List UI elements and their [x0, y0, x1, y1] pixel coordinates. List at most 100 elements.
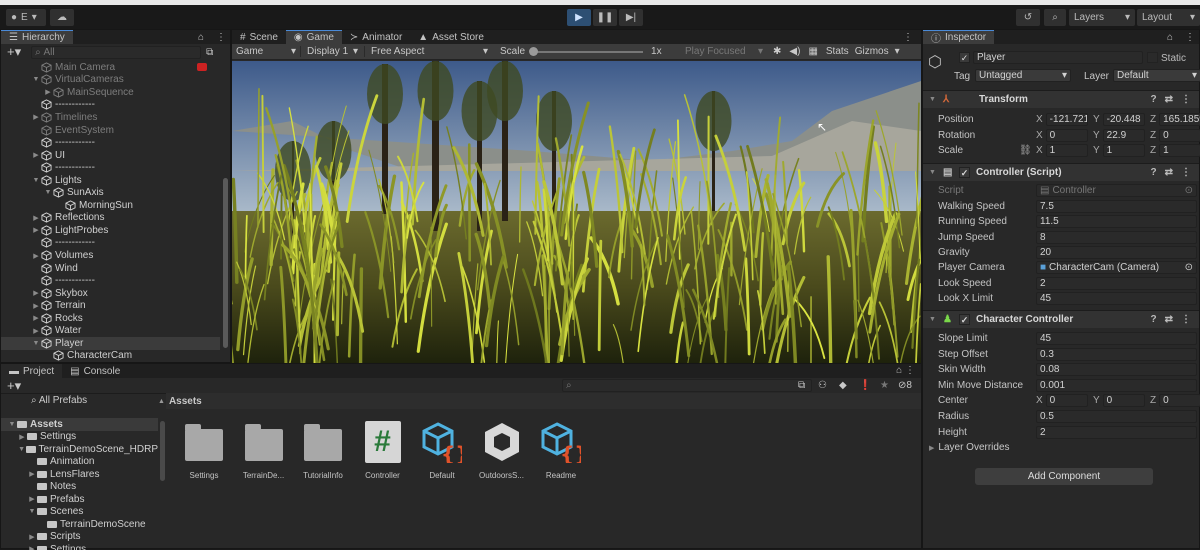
collapsed-arrow-icon[interactable]: ▶: [31, 113, 41, 121]
enabled-checkbox[interactable]: ✓: [959, 167, 970, 178]
x-input[interactable]: 1: [1046, 144, 1088, 157]
foldout-arrow-icon[interactable]: ▼: [929, 96, 939, 103]
folder-item[interactable]: ▶Settings: [1, 431, 158, 444]
asset-item[interactable]: TutorialInfo: [295, 421, 351, 480]
folder-item[interactable]: ▼Assets: [1, 418, 158, 431]
collapsed-arrow-icon[interactable]: ▶: [43, 88, 53, 96]
expanded-arrow-icon[interactable]: ▼: [7, 421, 17, 428]
hierarchy-item[interactable]: ▶Skybox: [1, 287, 220, 300]
hierarchy-item[interactable]: ------------: [1, 237, 220, 250]
more-icon[interactable]: ⋮: [1181, 30, 1199, 44]
collapsed-arrow-icon[interactable]: ▶: [31, 289, 41, 297]
foldout-arrow-icon[interactable]: ▼: [929, 169, 939, 176]
enabled-checkbox[interactable]: ✓: [959, 314, 970, 325]
y-input[interactable]: 0: [1103, 394, 1145, 407]
folder-item[interactable]: Animation: [1, 456, 158, 469]
display-select[interactable]: Display 1▾: [300, 46, 364, 57]
project-tree-scrollbar[interactable]: [159, 419, 166, 547]
asset-item[interactable]: TerrainDe...: [236, 421, 292, 480]
more-icon[interactable]: ⋮: [1181, 314, 1191, 325]
asset-item[interactable]: {}Readme: [533, 421, 589, 480]
collapsed-arrow-icon[interactable]: ▶: [31, 302, 41, 310]
hierarchy-item[interactable]: ▶MainSequence: [1, 86, 220, 99]
object-picker-icon[interactable]: ⊙: [1185, 185, 1193, 196]
history-button[interactable]: ↺: [1016, 9, 1040, 26]
add-component-button[interactable]: Add Component: [975, 468, 1153, 485]
more-icon[interactable]: ⋮: [1181, 167, 1191, 178]
presets-icon[interactable]: ⇄: [1165, 314, 1173, 325]
hierarchy-item[interactable]: ▶Timelines: [1, 111, 220, 124]
expanded-arrow-icon[interactable]: ▼: [17, 446, 26, 453]
z-input[interactable]: 0: [1159, 129, 1200, 142]
collapse-icon[interactable]: ▲: [158, 398, 165, 405]
all-prefabs-item[interactable]: ⌕ All Prefabs: [31, 395, 87, 406]
audio-icon[interactable]: ◀): [789, 46, 800, 57]
hierarchy-item[interactable]: ▶Rocks: [1, 312, 220, 325]
hierarchy-item[interactable]: Wind: [1, 262, 220, 275]
help-icon[interactable]: ?: [1151, 94, 1157, 105]
foldout-arrow-icon[interactable]: ▼: [929, 316, 939, 323]
collapsed-arrow-icon[interactable]: ▶: [27, 533, 37, 541]
expanded-arrow-icon[interactable]: ▼: [27, 508, 37, 515]
value-input[interactable]: 2: [1036, 277, 1197, 290]
scene-search-icon[interactable]: ⧉: [206, 47, 213, 58]
asset-item[interactable]: OutdoorsS...: [474, 421, 530, 480]
folder-item[interactable]: TerrainDemoScene: [1, 518, 158, 531]
presets-icon[interactable]: ⇄: [1165, 167, 1173, 178]
presets-icon[interactable]: ⇄: [1165, 94, 1173, 105]
pause-button[interactable]: ❚❚: [593, 9, 617, 26]
hierarchy-item[interactable]: ------------: [1, 136, 220, 149]
hierarchy-item[interactable]: ▶Volumes: [1, 249, 220, 262]
folder-item[interactable]: ▶LensFlares: [1, 468, 158, 481]
value-input[interactable]: 45: [1036, 332, 1197, 345]
aspect-select[interactable]: Free Aspect▾: [364, 46, 494, 57]
expanded-arrow-icon[interactable]: ▼: [31, 177, 41, 184]
scale-slider[interactable]: [529, 47, 645, 57]
more-icon[interactable]: ⋮: [212, 30, 230, 44]
create-asset-icon[interactable]: +▾: [7, 378, 21, 394]
more-icon[interactable]: ⋮: [1181, 94, 1191, 105]
folder-item[interactable]: ▼Scenes: [1, 506, 158, 519]
tab-project[interactable]: ▬Project: [1, 364, 62, 378]
value-input[interactable]: 0.5: [1036, 410, 1197, 423]
constrain-proportions-icon[interactable]: ⛓: [1019, 145, 1032, 156]
hierarchy-item[interactable]: ▼VirtualCameras: [1, 74, 220, 87]
layers-dropdown[interactable]: Layers▾: [1069, 9, 1135, 26]
game-render-view[interactable]: [232, 61, 921, 363]
active-checkbox[interactable]: ✓: [959, 52, 970, 63]
value-input[interactable]: 2: [1036, 426, 1197, 439]
asset-item[interactable]: #Controller: [355, 421, 411, 480]
folder-item[interactable]: ▶Prefabs: [1, 493, 158, 506]
static-checkbox[interactable]: [1147, 52, 1158, 63]
value-input[interactable]: 0.08: [1036, 363, 1197, 376]
folder-item[interactable]: ▼TerrainDemoScene_HDRP: [1, 443, 158, 456]
hierarchy-item[interactable]: MorningSun: [1, 199, 220, 212]
bug-icon[interactable]: ✱: [773, 46, 781, 57]
value-input[interactable]: 8: [1036, 231, 1197, 244]
value-input[interactable]: 20: [1036, 246, 1197, 259]
help-icon[interactable]: ?: [1151, 167, 1157, 178]
object-picker-icon[interactable]: ⊙: [1185, 262, 1193, 273]
play-mode-select[interactable]: Play Focused▾: [681, 46, 767, 57]
value-input[interactable]: 0.001: [1036, 379, 1197, 392]
component-header[interactable]: ▼▤✓Controller (Script)?⇄⋮: [923, 163, 1199, 181]
hierarchy-item[interactable]: ▶LightProbes: [1, 224, 220, 237]
tab-asset-store[interactable]: ▲Asset Store: [410, 30, 492, 44]
hierarchy-item[interactable]: ------------: [1, 274, 220, 287]
lock-icon[interactable]: ⌂: [1159, 30, 1181, 44]
help-icon[interactable]: ?: [1151, 314, 1157, 325]
play-button[interactable]: ▶: [567, 9, 591, 26]
chevron-down-icon[interactable]: ▾: [895, 46, 900, 57]
collapsed-arrow-icon[interactable]: ▶: [27, 470, 37, 478]
hierarchy-item[interactable]: EventSystem: [1, 124, 220, 137]
more-icon[interactable]: ⋮: [895, 30, 921, 44]
layer-overrides-foldout[interactable]: ▶Layer Overrides: [923, 440, 1199, 455]
hierarchy-scrollbar[interactable]: [221, 70, 230, 360]
keyboard-icon[interactable]: ▦: [808, 46, 817, 57]
hierarchy-item[interactable]: ▼Lights: [1, 174, 220, 187]
tab-game[interactable]: ◉Game: [286, 30, 342, 44]
lock-icon[interactable]: ⌂: [190, 30, 212, 44]
hierarchy-item[interactable]: ▶UI: [1, 149, 220, 162]
expanded-arrow-icon[interactable]: ▼: [43, 189, 53, 196]
collapsed-arrow-icon[interactable]: ▶: [27, 545, 37, 550]
